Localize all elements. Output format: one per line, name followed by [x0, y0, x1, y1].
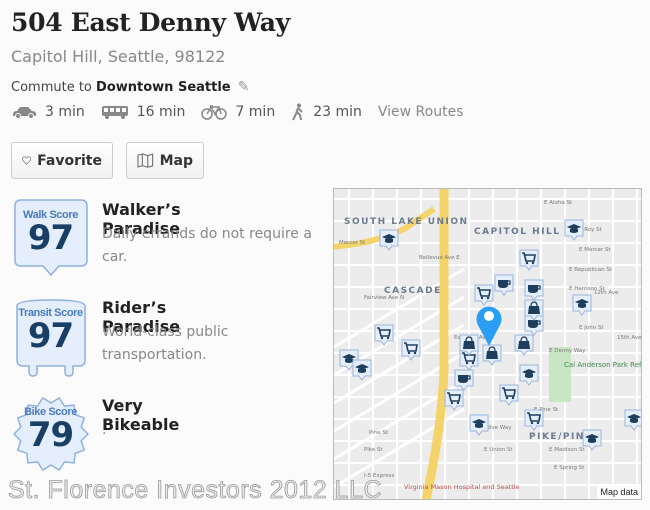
- area-label: SOUTH LAKE UNION: [344, 217, 469, 227]
- commute-prefix: Commute to: [11, 80, 92, 95]
- street-label: Bellevue Ave E: [419, 255, 460, 261]
- street-label: E Denny Way: [549, 348, 586, 354]
- park-area: [549, 347, 571, 402]
- commute-line: Commute to Downtown Seattle ✎: [11, 79, 249, 95]
- park-label: Cal Anderson Park Reflecting Pool: [564, 361, 642, 369]
- commute-bus: 16 min: [101, 104, 186, 120]
- grocery-marker[interactable]: [474, 284, 494, 306]
- grocery-marker[interactable]: [401, 339, 421, 361]
- commute-modes: 3 min 16 min 7 min 23 min View Routes: [11, 103, 463, 121]
- map-label: Map: [159, 152, 193, 169]
- map-icon: [137, 153, 154, 168]
- walk-score-value: 97: [27, 218, 74, 258]
- neighborhood: Capitol Hill, Seattle, 98122: [11, 47, 226, 66]
- map-attribution[interactable]: Map data: [597, 486, 641, 499]
- grocery-marker[interactable]: [499, 384, 519, 406]
- coffee-marker[interactable]: [454, 369, 474, 391]
- school-marker[interactable]: [352, 359, 372, 381]
- car-icon: [13, 107, 36, 119]
- watermark: St. Florence Investors 2012 LLC: [8, 476, 383, 505]
- school-marker[interactable]: [519, 364, 539, 386]
- school-marker[interactable]: [469, 414, 489, 436]
- coffee-marker[interactable]: [494, 274, 514, 296]
- map-canvas[interactable]: SOUTH LAKE UNION CAPITOL HILL CASCADE PI…: [334, 189, 642, 500]
- street-label: Pine St: [369, 430, 389, 436]
- street-label: Mercer St: [339, 240, 366, 246]
- street-label: E Republican St: [569, 267, 613, 273]
- favorite-label: Favorite: [37, 152, 102, 169]
- shopping-marker[interactable]: [482, 344, 502, 366]
- street-label: 15th Ave E: [617, 335, 642, 341]
- transit-score-value: 97: [27, 316, 74, 356]
- bus-time: 16 min: [136, 104, 186, 120]
- school-marker[interactable]: [564, 219, 584, 241]
- walk-icon: [292, 103, 303, 121]
- school-marker[interactable]: [379, 229, 399, 251]
- bus-icon: [101, 106, 128, 119]
- car-time: 3 min: [45, 104, 85, 120]
- neighborhood-map[interactable]: SOUTH LAKE UNION CAPITOL HILL CASCADE PI…: [333, 188, 642, 500]
- commute-car: 3 min: [11, 104, 85, 120]
- school-marker[interactable]: [624, 409, 642, 431]
- street-label: E Union St: [484, 447, 513, 453]
- heart-icon: [22, 156, 32, 165]
- grocery-marker[interactable]: [519, 249, 539, 271]
- hospital-label: Virginia Mason Hospital and Seattle: [404, 483, 520, 491]
- commute-destination[interactable]: Downtown Seattle: [96, 80, 231, 95]
- street-label: Fairview Ave N: [364, 295, 404, 301]
- page-title: 504 East Denny Way: [11, 8, 290, 37]
- street-label: E Mercer St: [579, 247, 611, 253]
- street-label: 12th Ave: [594, 290, 619, 296]
- street-label: E Spring St: [554, 465, 585, 471]
- commute-bike: 7 min: [201, 104, 275, 120]
- walk-score-desc: Daily errands do not require a car.: [102, 226, 312, 265]
- street-label: E Madison St: [549, 447, 585, 453]
- transit-score-desc: World-class public transportation.: [102, 324, 229, 363]
- bike-icon: [201, 105, 228, 120]
- walk-time: 23 min: [313, 104, 362, 120]
- street-label: Pike St: [364, 447, 383, 453]
- bike-score-desc: .: [102, 422, 107, 438]
- bike-time: 7 min: [235, 104, 276, 120]
- view-routes-link[interactable]: View Routes: [378, 104, 464, 120]
- school-marker[interactable]: [582, 429, 602, 451]
- area-label: CAPITOL HILL: [474, 227, 561, 237]
- grocery-marker[interactable]: [444, 389, 464, 411]
- favorite-button[interactable]: Favorite: [11, 142, 113, 179]
- map-button[interactable]: Map: [126, 142, 204, 179]
- street-label: E Aloha St: [544, 200, 573, 206]
- commute-walk: 23 min: [291, 103, 362, 121]
- pencil-icon[interactable]: ✎: [238, 79, 250, 95]
- street-label: E John St: [579, 325, 604, 331]
- bike-score-value: 79: [27, 415, 74, 455]
